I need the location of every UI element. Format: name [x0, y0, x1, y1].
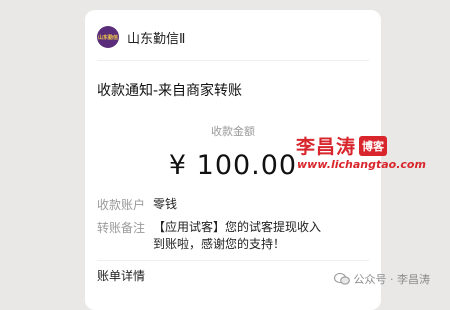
field-row-account: 收款账户 零钱	[97, 196, 323, 213]
watermark-url: www.lichangtao.com	[297, 158, 426, 171]
field-row-remark: 转账备注 【应用试客】您的试客提现收入到账啦，感谢您的支持！	[97, 219, 323, 253]
bill-detail-link[interactable]: 账单详情	[97, 267, 145, 284]
card-header[interactable]: 山东勤信 山东勤信Ⅱ	[97, 26, 185, 48]
header-divider	[97, 60, 369, 61]
footer-text: 公众号 · 李昌涛	[353, 273, 431, 286]
watermark-name: 李昌涛	[296, 136, 357, 158]
watermark-badge: 博客	[359, 135, 388, 156]
field-value: 【应用试客】您的试客提现收入到账啦，感谢您的支持！	[153, 220, 322, 251]
watermark-logo: 李昌涛 博客	[296, 132, 388, 159]
footer-source: 公众号 · 李昌涛	[333, 271, 431, 287]
detail-divider	[97, 260, 369, 261]
field-key: 收款账户	[97, 198, 146, 212]
field-value: 零钱	[153, 197, 178, 211]
merchant-name: 山东勤信Ⅱ	[127, 31, 186, 47]
field-key: 转账备注	[97, 221, 146, 235]
wechat-icon	[333, 273, 350, 285]
notice-title: 收款通知-来自商家转账	[97, 83, 243, 99]
merchant-avatar: 山东勤信	[97, 26, 119, 48]
